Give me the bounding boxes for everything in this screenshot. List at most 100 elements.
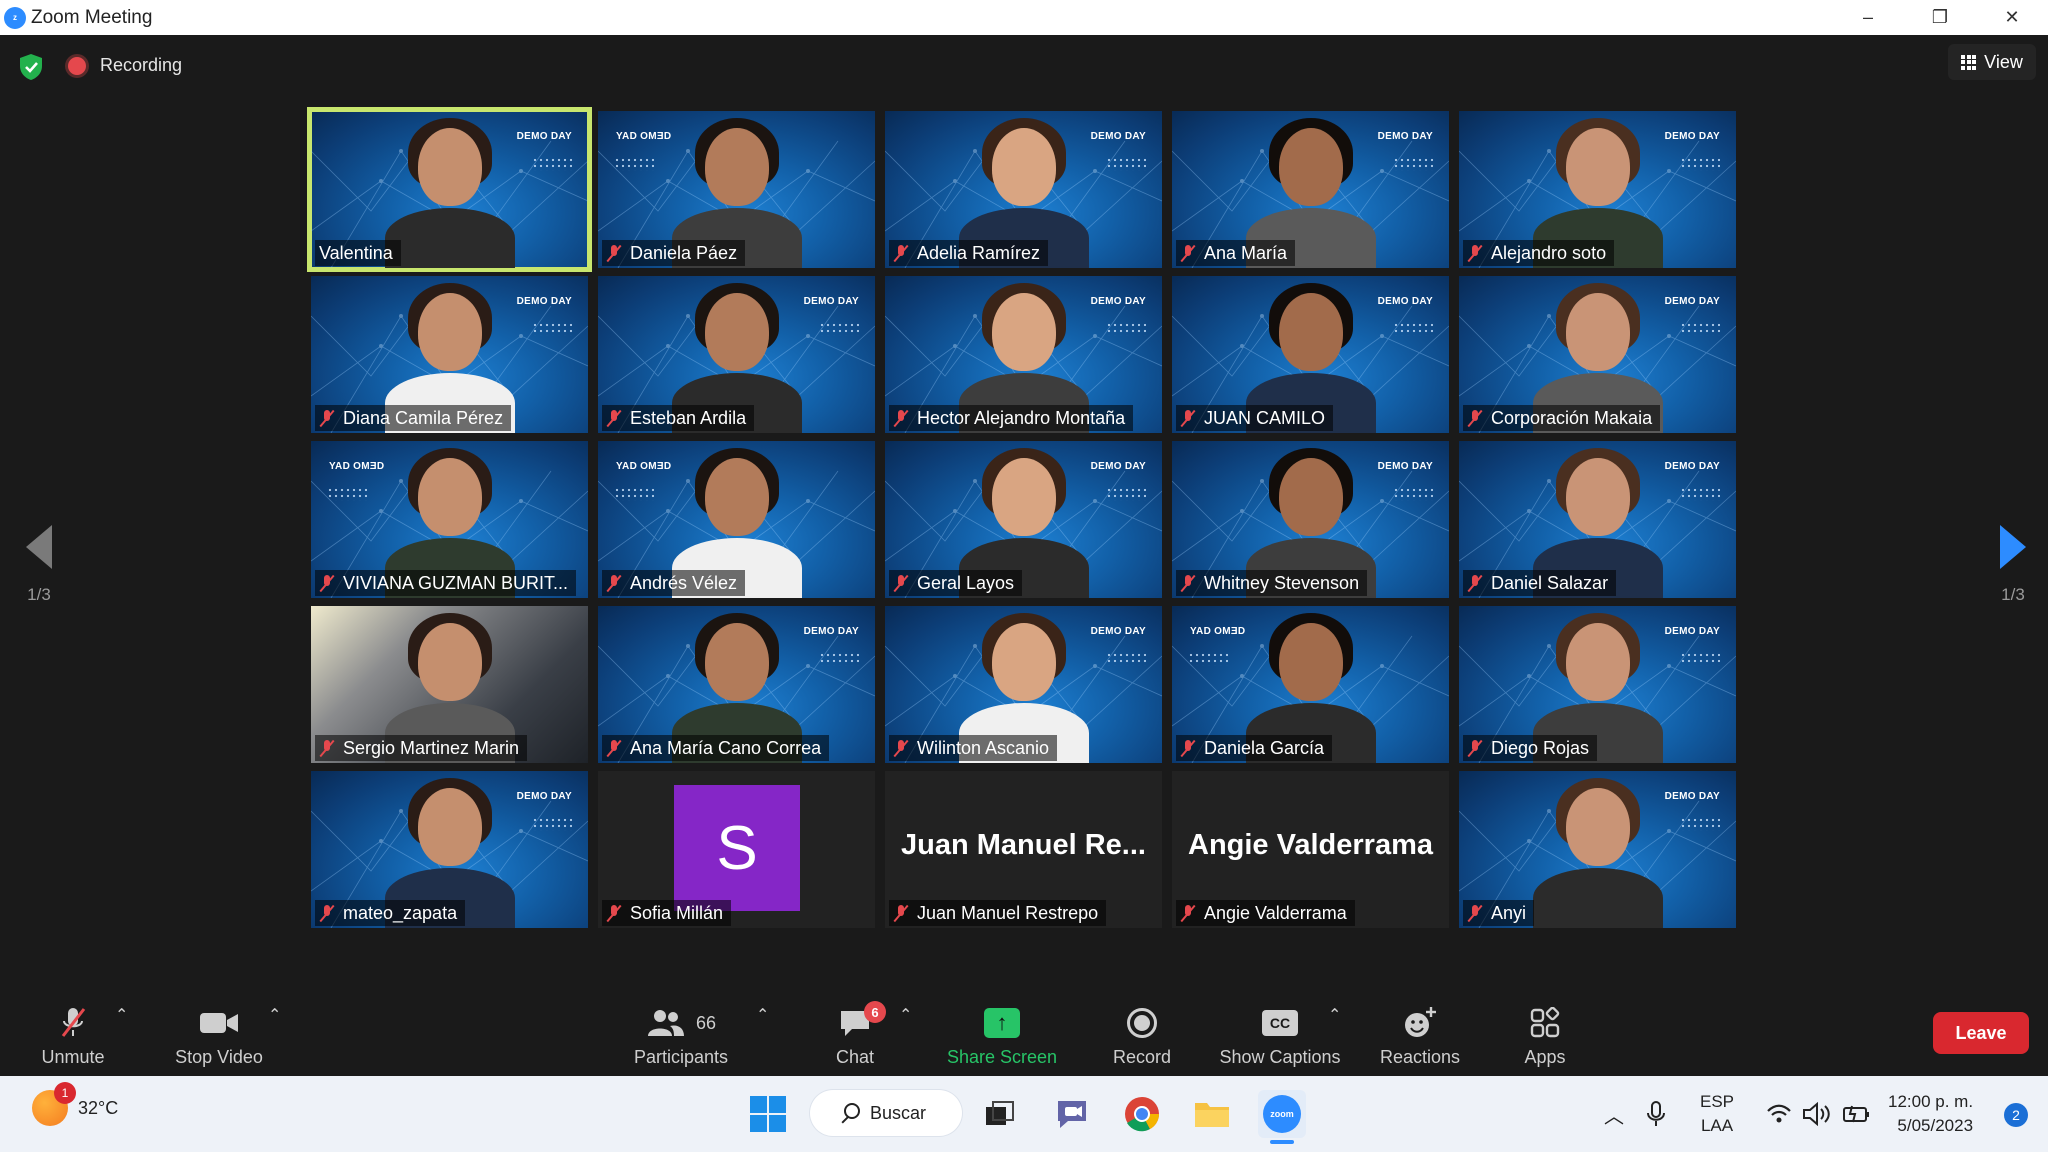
participant-name-tag: Hector Alejandro Montaña	[889, 405, 1134, 431]
participant-tile[interactable]: DEMO DAY Anyi	[1459, 771, 1736, 928]
video-options-caret-icon[interactable]: ⌃	[268, 1005, 281, 1025]
participant-name-tag: Whitney Stevenson	[1176, 570, 1368, 596]
microphone-muted-icon	[606, 739, 622, 757]
participant-tile[interactable]: YAD OMƎD Daniela García	[1172, 606, 1449, 763]
participant-tile[interactable]: DEMO DAY Diego Rojas	[1459, 606, 1736, 763]
microphone-muted-icon	[319, 739, 335, 757]
microphone-muted-icon	[319, 409, 335, 427]
previous-page-nav[interactable]: 1/3	[26, 525, 52, 605]
microphone-muted-icon	[606, 244, 622, 262]
participant-tile[interactable]: DEMO DAY Valentina	[307, 107, 592, 272]
teams-chat-app[interactable]	[1048, 1090, 1096, 1138]
dots-pattern	[819, 652, 859, 666]
temperature-text: 32°C	[78, 1097, 119, 1118]
system-clock[interactable]: 12:00 p. m. 5/05/2023	[1888, 1076, 1973, 1152]
participant-tile[interactable]: YAD OMƎD Daniela Páez	[598, 111, 875, 268]
participant-tile[interactable]: DEMO DAY mateo_zapata	[311, 771, 588, 928]
windows-start-button[interactable]	[744, 1090, 792, 1138]
participant-name: VIVIANA GUZMAN BURIT...	[343, 572, 569, 593]
participant-tile[interactable]: YAD OMƎD VIVIANA GUZMAN BURIT...	[311, 441, 588, 598]
captions-options-caret-icon[interactable]: ⌃	[1328, 1005, 1341, 1025]
participant-name-tag: Ana María Cano Correa	[602, 735, 830, 761]
page-indicator-left: 1/3	[27, 585, 51, 604]
demo-day-text: DEMO DAY	[803, 296, 859, 307]
record-button[interactable]: Record	[1102, 995, 1182, 1076]
avatar: S	[674, 785, 800, 911]
participant-name-tag: Anyi	[1463, 900, 1535, 926]
chrome-app[interactable]	[1118, 1090, 1166, 1138]
participant-name: Adelia Ramírez	[917, 242, 1041, 263]
minimize-button[interactable]: –	[1832, 0, 1904, 35]
apps-button[interactable]: Apps	[1510, 995, 1580, 1076]
file-explorer-app[interactable]	[1188, 1090, 1236, 1138]
captions-icon-wrap: CC	[1262, 1003, 1298, 1043]
network-volume-battery[interactable]	[1766, 1076, 1872, 1152]
participants-button[interactable]: 66 Participants	[625, 995, 737, 1076]
closed-captions-icon: CC	[1262, 1010, 1298, 1036]
participant-tile[interactable]: S Sofia Millán	[598, 771, 875, 928]
chat-options-caret-icon[interactable]: ⌃	[899, 1005, 912, 1025]
microphone-muted-icon	[606, 904, 622, 922]
search-icon	[844, 1103, 860, 1119]
microphone-muted-icon	[606, 574, 622, 592]
windows-logo-icon	[750, 1096, 786, 1132]
participant-tile[interactable]: Angie Valderrama Angie Valderrama	[1172, 771, 1449, 928]
show-captions-label: Show Captions	[1219, 1047, 1341, 1067]
restore-button[interactable]: ❐	[1904, 0, 1976, 35]
leave-button[interactable]: Leave	[1933, 1012, 2029, 1054]
demo-day-text: YAD OMƎD	[1190, 626, 1246, 637]
language-indicator[interactable]: ESP LAA	[1700, 1076, 1734, 1152]
taskview-button[interactable]	[976, 1090, 1024, 1138]
view-button[interactable]: View	[1948, 44, 2036, 80]
participant-tile[interactable]: DEMO DAY Ana María Cano Correa	[598, 606, 875, 763]
chat-button[interactable]: 6 Chat	[820, 995, 890, 1076]
participant-tile[interactable]: DEMO DAY Wilinton Ascanio	[885, 606, 1162, 763]
participant-tile[interactable]: DEMO DAY Adelia Ramírez	[885, 111, 1162, 268]
participants-options-caret-icon[interactable]: ⌃	[756, 1005, 769, 1025]
participant-tile[interactable]: DEMO DAY Diana Camila Pérez	[311, 276, 588, 433]
microphone-muted-icon	[1180, 574, 1196, 592]
video-gallery-grid: DEMO DAY Valentina YAD OMƎD Daniela Páez DEM…	[307, 107, 1737, 966]
participant-tile[interactable]: DEMO DAY Ana María	[1172, 111, 1449, 268]
participant-tile[interactable]: DEMO DAY Geral Layos	[885, 441, 1162, 598]
participant-tile[interactable]: DEMO DAY Corporación Makaia	[1459, 276, 1736, 433]
taskbar-search[interactable]: Buscar	[810, 1090, 962, 1136]
participant-name-tag: Diego Rojas	[1463, 735, 1598, 761]
arrow-right-icon[interactable]	[2000, 525, 2026, 569]
stop-video-button[interactable]: Stop Video	[168, 995, 270, 1076]
reactions-button[interactable]: Reactions	[1375, 995, 1465, 1076]
share-screen-button[interactable]: ↑ Share Screen	[942, 995, 1062, 1076]
recording-indicator[interactable]: Recording	[68, 55, 182, 76]
show-hidden-icons-button[interactable]: ︿	[1604, 1076, 1624, 1152]
participant-tile[interactable]: DEMO DAY Alejandro soto	[1459, 111, 1736, 268]
demo-day-text: DEMO DAY	[1664, 296, 1720, 307]
participant-tile[interactable]: Juan Manuel Re... Juan Manuel Restrepo	[885, 771, 1162, 928]
participant-tile[interactable]: DEMO DAY Daniel Salazar	[1459, 441, 1736, 598]
participant-tile[interactable]: DEMO DAY Esteban Ardila	[598, 276, 875, 433]
participant-name-tag: Corporación Makaia	[1463, 405, 1661, 431]
dots-pattern	[532, 157, 572, 171]
zoom-taskbar-app[interactable]: zoom	[1258, 1090, 1306, 1144]
participant-name-tag: Esteban Ardila	[602, 405, 755, 431]
microphone-tray-button[interactable]	[1646, 1076, 1666, 1152]
audio-options-caret-icon[interactable]: ⌃	[115, 1005, 128, 1025]
participant-tile[interactable]: YAD OMƎD Andrés Vélez	[598, 441, 875, 598]
weather-widget[interactable]: 1 32°C	[32, 1082, 119, 1126]
participant-tile[interactable]: Sergio Martinez Marin	[311, 606, 588, 763]
close-button[interactable]: ✕	[1976, 0, 2048, 35]
arrow-left-icon[interactable]	[26, 525, 52, 569]
unmute-button[interactable]: Unmute	[28, 995, 118, 1076]
encryption-shield-icon[interactable]	[18, 53, 44, 81]
participant-tile[interactable]: DEMO DAY JUAN CAMILO	[1172, 276, 1449, 433]
demo-day-text: DEMO DAY	[1664, 626, 1720, 637]
notification-badge[interactable]: 2	[2004, 1103, 2028, 1127]
dots-pattern	[532, 817, 572, 831]
participant-name: Sergio Martinez Marin	[343, 737, 520, 758]
zoom-logo-icon: z	[4, 6, 26, 29]
record-icon-wrap	[1127, 1003, 1157, 1043]
microphone-muted-icon	[1467, 574, 1483, 592]
language-primary: ESP	[1700, 1092, 1735, 1111]
next-page-nav[interactable]: 1/3	[2000, 525, 2026, 605]
participant-tile[interactable]: DEMO DAY Whitney Stevenson	[1172, 441, 1449, 598]
participant-tile[interactable]: DEMO DAY Hector Alejandro Montaña	[885, 276, 1162, 433]
